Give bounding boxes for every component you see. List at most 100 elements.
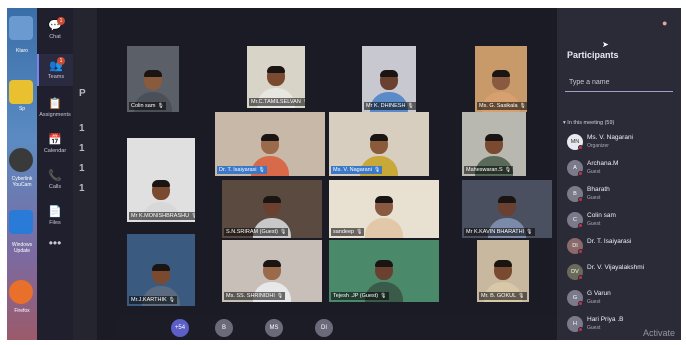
channel-text: 1	[79, 183, 85, 194]
participant-name: Tejesh .JP (Guest)	[333, 293, 379, 299]
participant-name: Mr. B. GOKUL	[481, 293, 517, 299]
participant-video-tile[interactable]: Mr K. DHINESH 🎙	[362, 46, 416, 112]
participant-avatar[interactable]: DI	[315, 319, 333, 337]
channel-text: 1	[79, 123, 85, 134]
panel-title: Participants	[567, 50, 619, 60]
participant-name: Mr K.MONISHBRASHU	[131, 213, 190, 219]
participant-video-tile[interactable]: Mr.C.TAMILSELVAN🎙	[247, 46, 305, 108]
participant-name-label: Mr K.MONISHBRASHU 🎙	[129, 212, 195, 220]
mic-muted-icon: 🎙	[303, 99, 305, 105]
presence-status-icon	[578, 249, 583, 254]
mic-muted-icon: 🎙	[168, 297, 176, 303]
activate-windows-watermark: Activate	[643, 328, 676, 338]
desktop-label: Firefox	[14, 308, 30, 314]
rail-item-calendar[interactable]: 📅 Calendar	[37, 128, 73, 160]
meeting-section-header[interactable]: ▾ In this meeting (59)	[563, 120, 614, 126]
teams-app-rail: 💬 Chat 1 👥 Teams 1 📋 Assignments 📅 Calen…	[37, 8, 73, 340]
mic-muted-icon: 🎙	[157, 103, 164, 109]
participant-name-label: S.N.SRIRAM (Guest) 🎙	[224, 228, 289, 236]
participant-name: Dr. T. Isaiyarasi	[587, 238, 632, 245]
participant-video-tile[interactable]: Dr. T. Isaiyarasi 🎙	[215, 112, 325, 176]
participant-name-label: Mr K. DHINESH 🎙	[364, 102, 416, 110]
participant-name: Colin sam	[587, 212, 616, 219]
participant-name: Colin sam	[131, 103, 156, 109]
participant-video-tile[interactable]: Colin sam 🎙	[127, 46, 179, 112]
rail-item-calls[interactable]: 📞 Calls	[37, 164, 73, 196]
rail-item-label: Calls	[48, 184, 62, 190]
firefox-icon[interactable]	[9, 280, 33, 304]
participant-video-tile[interactable]: Ms. G. Sasikala 🎙	[475, 46, 527, 112]
participant-list-item[interactable]: C Colin sam Guest	[565, 210, 677, 232]
mic-muted-icon: 🎙	[504, 167, 512, 173]
participant-list-item[interactable]: MN Ms. V. Nagarani Organizer	[565, 132, 677, 154]
mic-muted-icon: 🎙	[276, 293, 284, 299]
participant-video-tile[interactable]: Ms. V. Nagarani 🎙	[329, 112, 429, 176]
rail-item-label: Files	[49, 220, 61, 226]
participant-role: Guest	[587, 169, 601, 175]
screen: Ktaro Sp Cyberlink YouCam Windows Update…	[7, 8, 681, 340]
windows-update-icon[interactable]	[9, 210, 33, 234]
participant-name: Ms. V. Nagarani	[587, 134, 634, 141]
rail-item-assignments[interactable]: 📋 Assignments	[37, 92, 73, 124]
more-apps-icon[interactable]: •••	[37, 236, 73, 250]
participant-video-tile[interactable]: Maheswaran.S 🎙	[462, 112, 526, 176]
participant-video-tile[interactable]: S.N.SRIRAM (Guest) 🎙	[222, 180, 322, 238]
participant-list-item[interactable]: DV Dr. V. Vijayalakshmi	[565, 262, 677, 284]
section-label: In this meeting (59)	[567, 120, 615, 126]
participant-name: Ms. G. Sasikala	[479, 103, 518, 109]
participant-name: Dr. T. Isaiyarasi	[219, 167, 257, 173]
participant-avatar[interactable]: MS	[265, 319, 283, 337]
participant-list-item[interactable]: DI Dr. T. Isaiyarasi	[565, 236, 677, 258]
participant-name: Mr K. DHINESH	[366, 103, 406, 109]
participant-name-label: Ms. G. Sasikala 🎙	[477, 102, 527, 110]
participant-role: Guest	[587, 325, 601, 331]
overflow-participants-button[interactable]: +54	[171, 319, 189, 337]
participants-panel: Participants Type a name ▾ In this meeti…	[557, 8, 681, 340]
mic-muted-icon: 🎙	[519, 103, 526, 109]
camera-app-icon[interactable]	[9, 148, 33, 172]
participant-list-item[interactable]: GG Varun Guest	[565, 288, 677, 310]
channel-text: P	[79, 88, 86, 99]
desktop-label: Cyberlink YouCam	[11, 176, 33, 188]
participant-name-label: Ms. SS. SHRINIDHI 🎙	[224, 292, 286, 300]
participant-name: sandeep	[333, 229, 355, 235]
mic-muted-icon: 🎙	[373, 167, 381, 173]
presence-status-icon	[578, 171, 583, 176]
rail-item-files[interactable]: 📄 Files	[37, 200, 73, 232]
participant-name: S.N.SRIRAM (Guest)	[226, 229, 278, 235]
participant-role: Guest	[587, 299, 601, 305]
channel-panel: P 1 1 1 1	[73, 8, 97, 340]
rail-item-label: Assignments	[39, 112, 71, 118]
assignments-icon: 📋	[48, 98, 62, 110]
channel-text: 1	[79, 163, 85, 174]
participant-avatar[interactable]: B	[215, 319, 233, 337]
mic-muted-icon: 🎙	[518, 293, 525, 299]
participant-list-item[interactable]: A Archana.M Guest	[565, 158, 677, 180]
mic-muted-icon: 🎙	[258, 167, 265, 173]
participant-video-tile[interactable]: Mr. B. GOKUL 🎙	[477, 240, 529, 302]
rail-item-chat[interactable]: 💬 Chat 1	[37, 14, 73, 46]
mic-muted-icon: 🎙	[407, 103, 414, 109]
participant-role: Organizer	[587, 143, 609, 149]
presence-status-icon	[578, 145, 583, 150]
notification-badge: 1	[57, 17, 65, 25]
participant-search-input[interactable]: Type a name	[565, 76, 673, 92]
presence-status-icon	[578, 197, 583, 202]
mic-muted-icon: 🎙	[356, 229, 363, 235]
participant-video-tile[interactable]: Tejesh .JP (Guest) 🎙	[329, 240, 439, 302]
meeting-control-bar: +54 B MS DI	[117, 316, 557, 340]
participant-video-tile[interactable]: Mr K.MONISHBRASHU 🎙	[127, 138, 195, 222]
participant-video-tile[interactable]: Mr K.KAVIN BHARATHI 🎙	[462, 180, 552, 238]
participant-name: Maheswaran.S	[466, 167, 503, 173]
rail-item-teams[interactable]: 👥 Teams 1	[37, 54, 73, 86]
desktop-app-icon[interactable]	[9, 80, 33, 104]
participant-video-tile[interactable]: sandeep 🎙	[329, 180, 439, 238]
participant-role: Guest	[587, 195, 601, 201]
participant-list-item[interactable]: B Bharath Guest	[565, 184, 677, 206]
participant-video-tile[interactable]: Ms. SS. SHRINIDHI 🎙	[222, 240, 322, 302]
participant-name: Mr.J.KARTHIK	[131, 297, 167, 303]
participant-name-label: Dr. T. Isaiyarasi 🎙	[217, 166, 267, 174]
participant-name: Mr K.KAVIN BHARATHI	[466, 229, 525, 235]
participant-video-tile[interactable]: Mr.J.KARTHIK 🎙	[127, 234, 195, 306]
desktop-app-icon[interactable]	[9, 16, 33, 40]
